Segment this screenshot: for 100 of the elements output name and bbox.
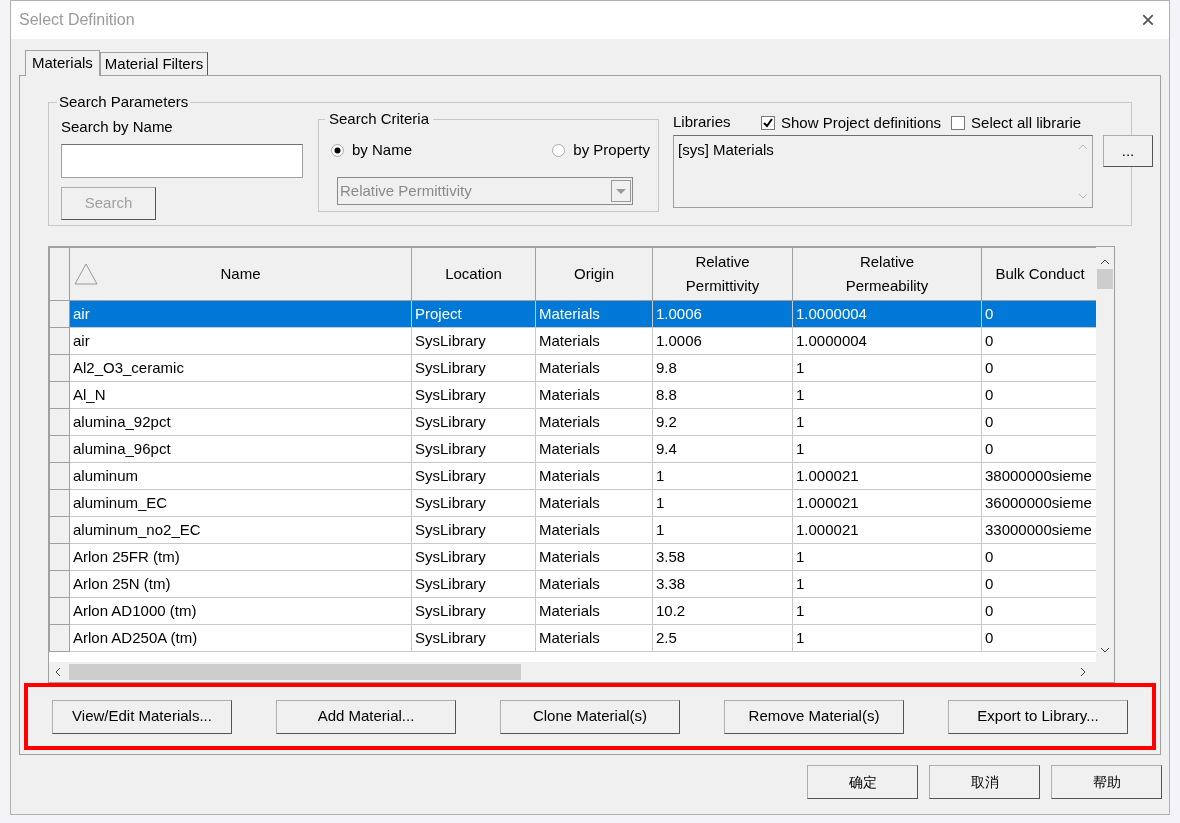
table-cell: 8.8: [652, 381, 793, 409]
browse-button[interactable]: ...: [1103, 135, 1153, 167]
table-cell: SysLibrary: [411, 489, 536, 517]
list-item[interactable]: [sys] Materials: [678, 139, 1070, 162]
horizontal-scrollbar[interactable]: [49, 662, 1114, 682]
tab[interactable]: Material Filters: [99, 52, 209, 75]
table-row[interactable]: Arlon AD1000 (tm) SysLibrary Materials 10.2 1 0: [49, 597, 1099, 625]
table-row[interactable]: aluminum_EC SysLibrary Materials 1 1.000021 36000000sieme: [49, 489, 1099, 517]
table-cell: 1: [792, 570, 982, 598]
column-header[interactable]: Name: [69, 247, 412, 301]
table-row[interactable]: air Project Materials 1.0006 1.0000004 0: [49, 300, 1099, 328]
table-row[interactable]: aluminum_no2_EC SysLibrary Materials 1 1.000021 33000000sieme: [49, 516, 1099, 544]
table-cell: 1: [792, 624, 982, 652]
column-header[interactable]: Relative Permittivity: [652, 247, 793, 301]
option-label[interactable]: by Property: [573, 139, 650, 162]
action-button[interactable]: View/Edit Materials...: [52, 699, 232, 734]
tab[interactable]: Materials: [25, 50, 100, 76]
table-cell: 1.000021: [792, 516, 982, 544]
table-cell: 1: [652, 462, 793, 490]
table-cell: alumina_96pct: [69, 435, 412, 463]
column-header[interactable]: Location: [411, 247, 536, 301]
table-cell: Materials: [535, 327, 653, 355]
table-cell: Al_N: [69, 381, 412, 409]
table-cell: 1: [792, 543, 982, 571]
table-cell: SysLibrary: [411, 516, 536, 544]
table-cell: 1: [652, 516, 793, 544]
table-row[interactable]: aluminum SysLibrary Materials 1 1.000021 38000000sieme: [49, 462, 1099, 490]
action-button[interactable]: Clone Material(s): [500, 699, 680, 734]
table-cell: SysLibrary: [411, 570, 536, 598]
checkbox-label[interactable]: Show Project definitions: [781, 112, 942, 135]
table-row[interactable]: Arlon AD250A (tm) SysLibrary Materials 2.5 1 0: [49, 624, 1099, 652]
table-cell: 1.0006: [652, 300, 793, 328]
checkbox-label[interactable]: Select all librarie: [971, 112, 1082, 135]
table-cell: Materials: [535, 597, 653, 625]
table-row[interactable]: air SysLibrary Materials 1.0006 1.0000004 0: [49, 327, 1099, 355]
table-cell: 1.000021: [792, 489, 982, 517]
table-row[interactable]: Al2_O3_ceramic SysLibrary Materials 9.8 1 0: [49, 354, 1099, 382]
radio-button[interactable]: [552, 143, 566, 157]
table-cell: SysLibrary: [411, 624, 536, 652]
action-button[interactable]: Export to Library...: [948, 699, 1128, 734]
table-cell: Materials: [535, 570, 653, 598]
option-label[interactable]: by Name: [352, 139, 413, 162]
window-title: Select Definition: [19, 10, 135, 30]
table-cell: SysLibrary: [411, 435, 536, 463]
table-cell: SysLibrary: [411, 597, 536, 625]
checkbox[interactable]: [951, 116, 966, 131]
table-cell: 1: [792, 597, 982, 625]
column-header[interactable]: Bulk Conduct: [981, 247, 1099, 301]
table-cell: Materials: [535, 354, 653, 382]
table-cell: aluminum: [69, 462, 412, 490]
table-cell: air: [69, 300, 412, 328]
table-cell: Arlon 25FR (tm): [69, 543, 412, 571]
radio-button[interactable]: [331, 143, 344, 157]
table-cell: Materials: [535, 489, 653, 517]
libraries-list[interactable]: [sys] Materials: [673, 135, 1093, 208]
table-cell: SysLibrary: [411, 327, 536, 355]
table-cell: Materials: [535, 408, 653, 436]
table-cell: 1.0000004: [792, 300, 982, 328]
table-cell: 9.4: [652, 435, 793, 463]
search-field[interactable]: [61, 144, 303, 178]
table-row[interactable]: Arlon 25FR (tm) SysLibrary Materials 3.58 1 0: [49, 543, 1099, 571]
vertical-scrollbar[interactable]: [1096, 247, 1114, 664]
table-cell: 9.8: [652, 354, 793, 382]
table-cell: aluminum_no2_EC: [69, 516, 412, 544]
table-cell: SysLibrary: [411, 543, 536, 571]
table-row[interactable]: Arlon 25N (tm) SysLibrary Materials 3.38 1 0: [49, 570, 1099, 598]
dialog-button[interactable]: 取消: [929, 765, 1040, 799]
table-cell: 1.000021: [792, 462, 982, 490]
checkbox[interactable]: [761, 116, 775, 131]
table-row[interactable]: Al_N SysLibrary Materials 8.8 1 0: [49, 381, 1099, 409]
table-cell: Materials: [535, 624, 653, 652]
column-header[interactable]: Origin: [535, 247, 653, 301]
table-cell: 10.2: [652, 597, 793, 625]
table-cell: 2.5: [652, 624, 793, 652]
table-cell: air: [69, 327, 412, 355]
table-cell: Materials: [535, 516, 653, 544]
table-cell: aluminum_EC: [69, 489, 412, 517]
table-cell: Arlon 25N (tm): [69, 570, 412, 598]
table-cell: SysLibrary: [411, 354, 536, 382]
dialog-button[interactable]: 帮助: [1051, 765, 1162, 799]
table-row[interactable]: alumina_96pct SysLibrary Materials 9.4 1 0: [49, 435, 1099, 463]
table-cell: Materials: [535, 300, 653, 328]
table-cell: 3.38: [652, 570, 793, 598]
table-cell: alumina_92pct: [69, 408, 412, 436]
table-cell: 1: [792, 381, 982, 409]
close-button[interactable]: ×: [1135, 8, 1161, 32]
table-row[interactable]: alumina_92pct SysLibrary Materials 9.2 1 0: [49, 408, 1099, 436]
sort-triangle-icon: [74, 263, 98, 285]
field-label: Search by Name: [61, 117, 173, 137]
action-button[interactable]: Add Material...: [276, 699, 456, 734]
table-cell: Arlon AD250A (tm): [69, 624, 412, 652]
column-header[interactable]: Relative Permeability: [792, 247, 982, 301]
table-cell: 1: [792, 408, 982, 436]
table-cell: SysLibrary: [411, 462, 536, 490]
dialog-button[interactable]: 确定: [807, 765, 918, 799]
table-cell: Arlon AD1000 (tm): [69, 597, 412, 625]
table-cell: Materials: [535, 381, 653, 409]
libraries-label: Libraries: [673, 112, 731, 132]
action-button[interactable]: Remove Material(s): [724, 699, 904, 734]
table-cell: SysLibrary: [411, 408, 536, 436]
